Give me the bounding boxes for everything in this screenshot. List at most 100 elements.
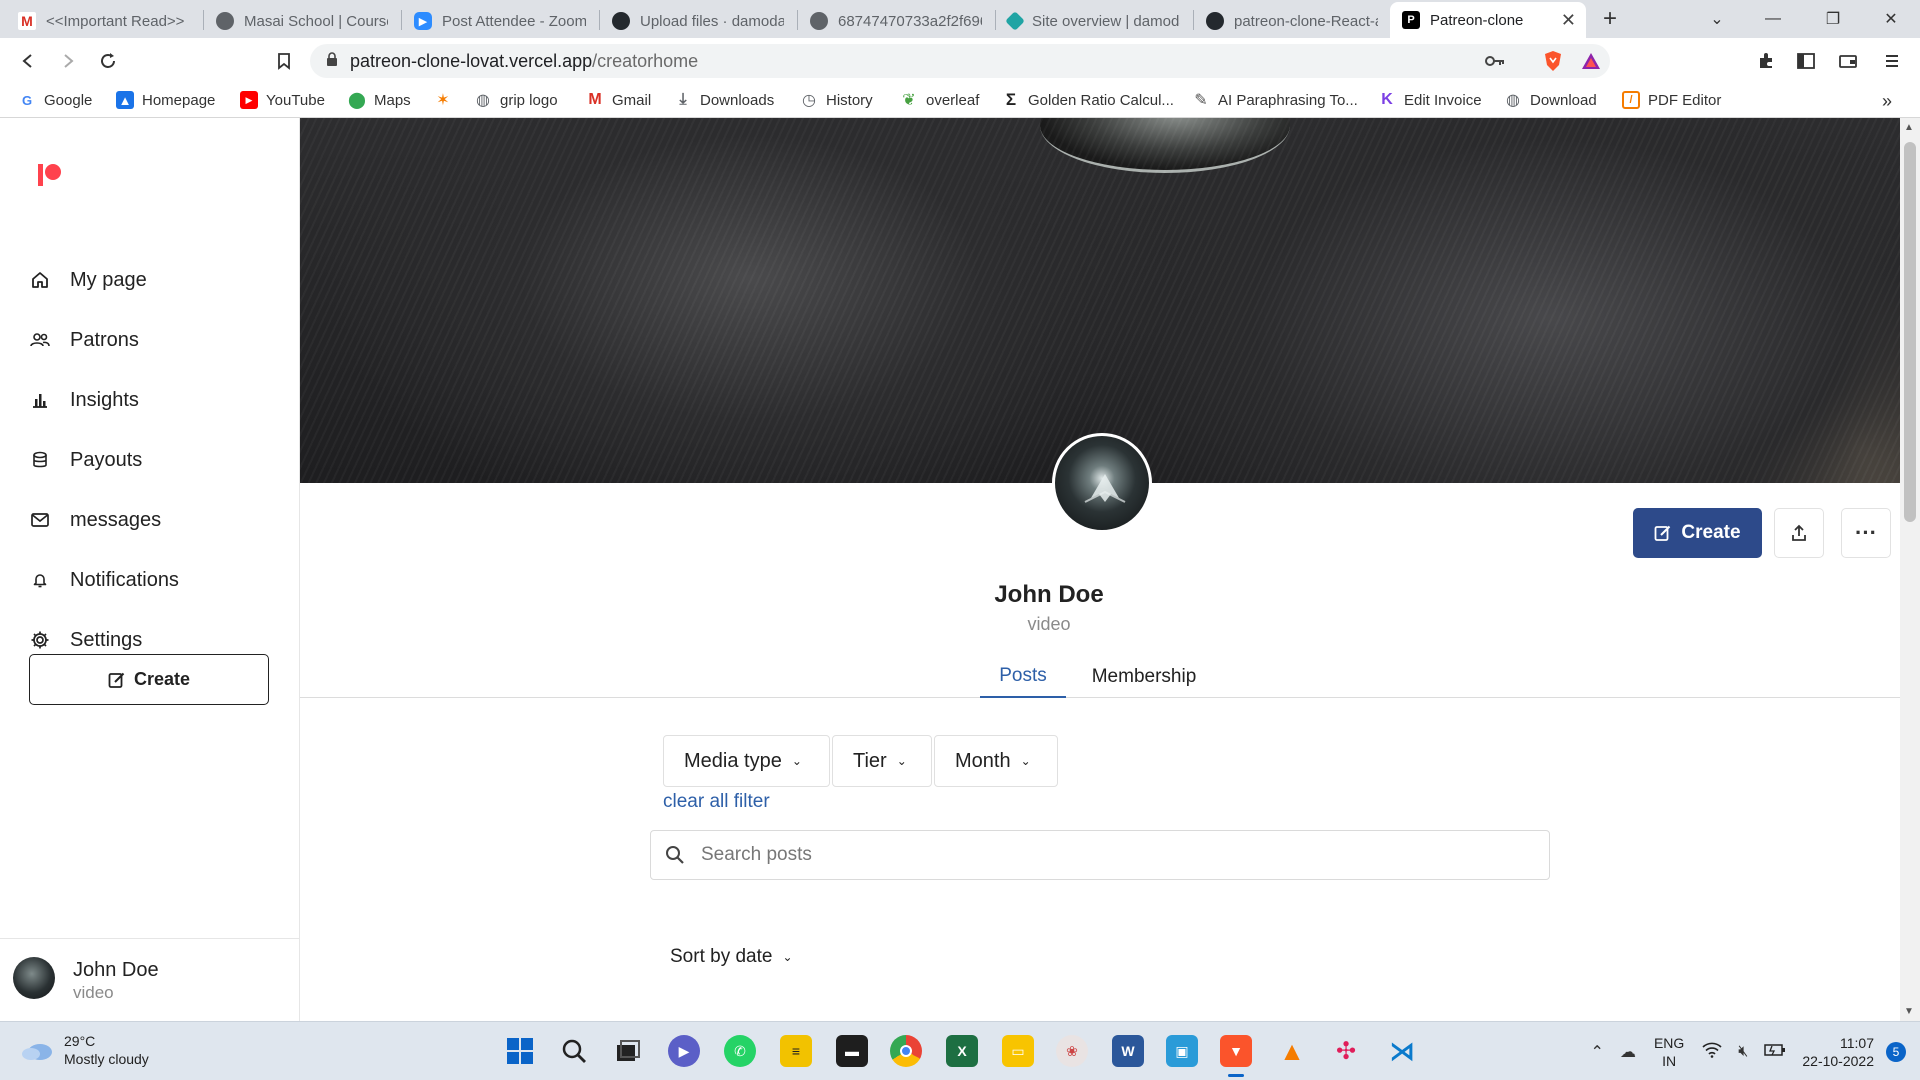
bookmark-google[interactable]: G Google [18, 91, 92, 109]
create-post-button[interactable]: Create [1633, 508, 1762, 558]
sidebar-item-messages[interactable]: messages [28, 500, 161, 540]
key-icon[interactable] [1482, 48, 1508, 74]
bookmark-icon[interactable] [270, 47, 298, 75]
browser-tab[interactable]: Upload files · damodar [600, 4, 796, 38]
bookmark-homepage[interactable]: ▲ Homepage [116, 91, 215, 109]
address-bar[interactable]: patreon-clone-lovat.vercel.app /creatorh… [310, 44, 1610, 78]
bookmark-downloads[interactable]: ⤓ Downloads [674, 91, 774, 109]
wifi-icon[interactable] [1702, 1042, 1722, 1063]
bookmark-maps[interactable]: ⬤ Maps [348, 91, 411, 110]
brave-rewards-icon[interactable] [1578, 48, 1604, 74]
bookmark-overleaf[interactable]: ❦ overleaf [900, 91, 979, 110]
file-explorer-icon[interactable]: ▭ [1002, 1035, 1034, 1067]
search-input[interactable] [701, 844, 1521, 866]
excel-icon[interactable]: X [946, 1035, 978, 1067]
browser-tab-active[interactable]: P Patreon-clone ✕ [1390, 2, 1586, 38]
bookmark-colorful-star[interactable]: ✶ [434, 91, 460, 109]
language-indicator[interactable]: ENG IN [1654, 1034, 1684, 1070]
battery-icon[interactable] [1764, 1043, 1786, 1062]
search-icon[interactable] [558, 1035, 590, 1067]
sidebar-item-patrons[interactable]: Patrons [28, 320, 139, 360]
bookmark-history[interactable]: ◷ History [800, 91, 873, 110]
reload-icon[interactable] [94, 47, 122, 75]
vscode-icon[interactable]: ⋊ [1386, 1035, 1418, 1067]
task-view-icon[interactable] [612, 1035, 644, 1067]
browser-tab[interactable]: Masai School | Course [204, 4, 400, 38]
browser-tab[interactable]: patreon-clone-React-a [1194, 4, 1390, 38]
bookmark-gmail[interactable]: M Gmail [586, 91, 651, 109]
menu-icon[interactable] [1878, 47, 1906, 75]
browser-tab[interactable]: Site overview | damoda [996, 4, 1192, 38]
terminal-icon[interactable]: ▬ [836, 1035, 868, 1067]
patreon-logo-icon[interactable] [36, 160, 66, 190]
brave-browser-icon[interactable]: ▼ [1220, 1035, 1252, 1077]
forward-icon[interactable] [54, 47, 82, 75]
system-clock[interactable]: 11:07 22-10-2022 [1802, 1034, 1874, 1070]
edit-icon [1655, 525, 1671, 541]
sidebar-create-button[interactable]: Create [29, 654, 269, 705]
volume-muted-icon[interactable]: 🔇︎ [1738, 1043, 1748, 1061]
weather-widget[interactable]: 29°C Mostly cloudy [20, 1032, 149, 1068]
new-tab-button[interactable]: + [1590, 0, 1630, 38]
scroll-up-icon[interactable]: ▲ [1904, 122, 1914, 133]
tab-membership[interactable]: Membership [1082, 656, 1206, 698]
tier-filter[interactable]: Tier ⌄ [832, 735, 932, 787]
close-tab-icon[interactable]: ✕ [1561, 10, 1576, 31]
notification-badge[interactable]: 5 [1886, 1042, 1906, 1062]
sidebar-user-card[interactable]: John Doe video [0, 938, 300, 1021]
bookmark-edit-invoice[interactable]: K Edit Invoice [1378, 91, 1481, 109]
bookmark-grip-logo[interactable]: ◍ grip logo [474, 91, 558, 110]
month-filter[interactable]: Month ⌄ [934, 735, 1058, 787]
remote-desktop-icon[interactable]: ▣ [1166, 1035, 1198, 1067]
bookmark-golden-ratio[interactable]: Σ Golden Ratio Calcul... [1002, 90, 1174, 109]
profile-avatar[interactable] [1052, 433, 1152, 533]
browser-tab[interactable]: M <<Important Read>> [6, 4, 202, 38]
more-bookmarks-button[interactable]: » [1882, 91, 1892, 112]
sidebar-item-notifications[interactable]: Notifications [28, 560, 179, 600]
brave-shield-icon[interactable] [1540, 48, 1566, 74]
sidebar-item-my-page[interactable]: My page [28, 260, 147, 300]
wallet-icon[interactable] [1834, 47, 1862, 75]
browser-tab[interactable]: ▶ Post Attendee - Zoom [402, 4, 598, 38]
maximize-window-icon[interactable]: ❐ [1806, 0, 1860, 38]
extensions-icon[interactable] [1752, 47, 1780, 75]
teams-chat-icon[interactable]: ▶ [668, 1035, 700, 1067]
bookmark-ai-paraphrasing[interactable]: ✎ AI Paraphrasing To... [1192, 91, 1358, 110]
sidebar-toggle-icon[interactable] [1792, 47, 1820, 75]
sticky-app-icon[interactable]: ≡ [780, 1035, 812, 1067]
cloud-sync-off-icon[interactable]: ☁ [1620, 1042, 1636, 1062]
photo-app-icon[interactable]: ❀ [1056, 1035, 1088, 1067]
bookmark-pdf-editor[interactable]: / PDF Editor [1622, 91, 1721, 109]
vlc-icon[interactable]: ▲ [1276, 1035, 1308, 1067]
windows-start-icon[interactable] [504, 1035, 536, 1067]
sidebar-item-insights[interactable]: Insights [28, 380, 139, 420]
sidebar-item-payouts[interactable]: Payouts [28, 440, 142, 480]
page-scrollbar[interactable]: ▲ ▼ [1900, 118, 1920, 1021]
download-icon: ⤓ [679, 91, 687, 108]
tab-search-chevron-icon[interactable]: ⌄ [1690, 0, 1744, 38]
page-content: My page Patrons Insights Payouts message… [0, 118, 1920, 1021]
sort-by-date-dropdown[interactable]: Sort by date ⌄ [670, 946, 793, 968]
tray-overflow-chevron-icon[interactable]: ⌃ [1591, 1042, 1604, 1062]
bookmark-youtube[interactable]: ▶ YouTube [240, 91, 325, 109]
media-type-filter[interactable]: Media type ⌄ [663, 735, 830, 787]
slack-icon[interactable]: ✣ [1330, 1035, 1362, 1067]
github-icon [1206, 12, 1224, 30]
chrome-icon[interactable] [890, 1035, 922, 1067]
close-window-icon[interactable]: ✕ [1864, 0, 1918, 38]
share-button[interactable] [1774, 508, 1824, 558]
clear-all-filter-link[interactable]: clear all filter [663, 791, 770, 813]
back-icon[interactable] [14, 47, 42, 75]
browser-tab[interactable]: 68747470733a2f2f696 [798, 4, 994, 38]
scroll-down-icon[interactable]: ▼ [1904, 1006, 1914, 1017]
scrollbar-thumb[interactable] [1904, 142, 1916, 522]
windows-taskbar: 29°C Mostly cloudy ▶ ✆ ≡ ▬ X ▭ ❀ W ▣ ▼ ▲… [0, 1021, 1920, 1080]
cloud-icon [22, 1044, 52, 1060]
search-posts-field[interactable] [650, 830, 1550, 880]
more-options-button[interactable]: ··· [1841, 508, 1891, 558]
bookmark-download[interactable]: ◍ Download [1504, 91, 1597, 110]
word-icon[interactable]: W [1112, 1035, 1144, 1067]
tab-posts[interactable]: Posts [980, 656, 1066, 698]
whatsapp-icon[interactable]: ✆ [724, 1035, 756, 1067]
minimize-window-icon[interactable]: — [1746, 0, 1800, 38]
